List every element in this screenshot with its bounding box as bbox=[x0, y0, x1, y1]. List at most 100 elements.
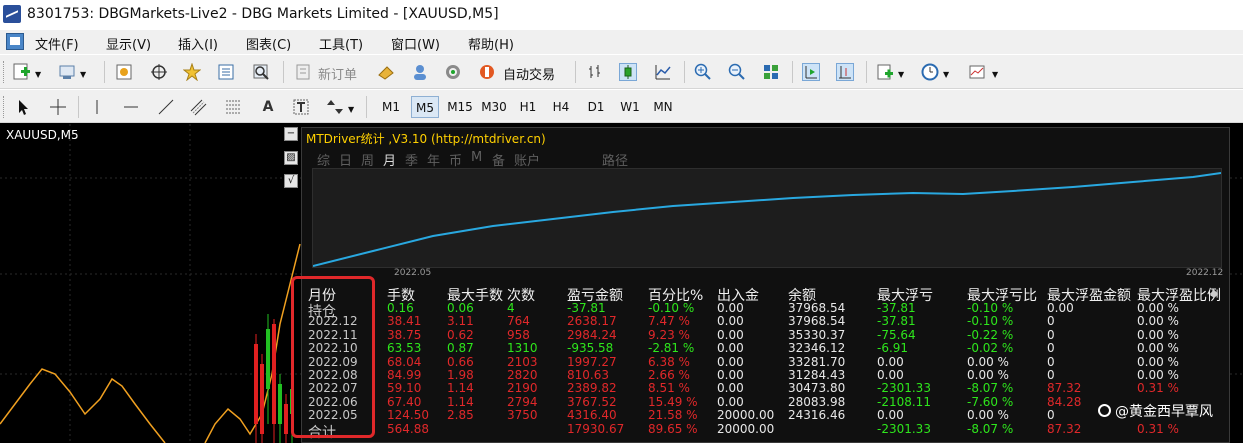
text-label-icon[interactable] bbox=[292, 98, 310, 116]
table-cell-pnl: 4316.40 bbox=[567, 408, 617, 423]
toolbar-grip[interactable] bbox=[3, 61, 7, 83]
table-cell-balance: 32346.12 bbox=[788, 341, 846, 356]
new-order-button[interactable]: 新订单 bbox=[318, 64, 357, 83]
tab-currency[interactable]: 币 bbox=[449, 150, 462, 169]
timeframe-w1[interactable]: W1 bbox=[616, 96, 644, 118]
tab-monthly[interactable]: 月 bbox=[383, 150, 396, 169]
bar-chart-icon[interactable] bbox=[586, 63, 604, 81]
auto-trading-button[interactable]: 自动交易 bbox=[503, 64, 555, 83]
table-cell-max-lots: 1.14 bbox=[447, 394, 474, 409]
zoom-out-icon[interactable] bbox=[728, 63, 746, 81]
window-title: 8301753: DBGMarkets-Live2 - DBG Markets … bbox=[27, 6, 499, 22]
equity-curve-chart bbox=[312, 168, 1222, 268]
table-cell-max-lots: 0.87 bbox=[447, 341, 474, 356]
menu-charts[interactable]: 图表(C) bbox=[246, 34, 291, 53]
horizontal-line-icon[interactable] bbox=[122, 98, 140, 116]
auto-trading-icon[interactable] bbox=[478, 63, 496, 81]
tab-overview[interactable]: 综 bbox=[317, 150, 330, 169]
table-cell-max-loss: 0.00 bbox=[877, 354, 904, 369]
table-cell-pct: 89.65 % bbox=[648, 421, 698, 436]
timeframe-m15[interactable]: M15 bbox=[445, 96, 475, 118]
dropdown-arrow-icon[interactable]: ▼ bbox=[898, 70, 904, 79]
check-icon[interactable]: √ bbox=[284, 174, 298, 188]
account-icon[interactable] bbox=[411, 63, 429, 81]
tab-m[interactable]: M bbox=[471, 150, 482, 165]
timeframe-m30[interactable]: M30 bbox=[479, 96, 509, 118]
tab-notes[interactable]: 备 bbox=[492, 150, 505, 169]
chart-shift-icon[interactable] bbox=[836, 63, 854, 81]
templates-icon[interactable] bbox=[968, 63, 986, 81]
table-cell-max-loss-pct: -0.10 % bbox=[967, 314, 1014, 329]
cursor-arrow-icon[interactable] bbox=[15, 98, 33, 116]
timeframe-d1[interactable]: D1 bbox=[582, 96, 610, 118]
table-cell-lots: 67.40 bbox=[387, 394, 422, 409]
metaeditor-icon[interactable] bbox=[377, 63, 395, 81]
table-cell-count: 764 bbox=[507, 314, 530, 329]
dropdown-arrow-icon[interactable]: ▼ bbox=[943, 70, 949, 79]
menu-tools[interactable]: 工具(T) bbox=[319, 34, 363, 53]
grid-pattern-icon[interactable]: ▨ bbox=[284, 151, 298, 165]
fibonacci-retracement-icon[interactable] bbox=[224, 98, 242, 116]
dropdown-arrow-icon[interactable]: ▼ bbox=[35, 70, 41, 79]
menu-help[interactable]: 帮助(H) bbox=[468, 34, 514, 53]
candles bbox=[254, 314, 294, 443]
indicators-icon[interactable] bbox=[876, 63, 894, 81]
dropdown-arrow-icon[interactable]: ▼ bbox=[80, 70, 86, 79]
timeframe-m5[interactable]: M5 bbox=[411, 96, 439, 118]
table-cell-max-lots: 0.06 bbox=[447, 301, 474, 315]
dropdown-arrow-icon[interactable]: ▼ bbox=[348, 105, 354, 114]
profiles-icon[interactable] bbox=[58, 63, 76, 81]
tab-quarterly[interactable]: 季 bbox=[405, 150, 418, 169]
crosshair-icon[interactable] bbox=[49, 98, 67, 116]
minimize-panel-button[interactable]: − bbox=[284, 127, 298, 141]
table-cell-balance: 35330.37 bbox=[788, 327, 846, 342]
table-cell-max-loss: -2108.11 bbox=[877, 394, 931, 409]
menu-view[interactable]: 显示(V) bbox=[106, 34, 151, 53]
signals-icon[interactable] bbox=[444, 63, 462, 81]
table-cell-cash: 0.00 bbox=[717, 354, 744, 369]
candlestick-chart-icon[interactable] bbox=[619, 63, 637, 81]
crosshair-target-icon[interactable] bbox=[150, 63, 168, 81]
strategy-tester-icon[interactable] bbox=[252, 63, 270, 81]
terminal-icon[interactable] bbox=[217, 63, 235, 81]
periods-clock-icon[interactable] bbox=[921, 63, 939, 81]
timeframe-mn[interactable]: MN bbox=[649, 96, 677, 118]
tab-path[interactable]: 路径 bbox=[602, 150, 628, 169]
menu-insert[interactable]: 插入(I) bbox=[178, 34, 218, 53]
tab-yearly[interactable]: 年 bbox=[427, 150, 440, 169]
equidistant-channel-icon[interactable] bbox=[190, 98, 208, 116]
navigator-icon[interactable] bbox=[182, 62, 202, 82]
table-cell-balance: 37968.54 bbox=[788, 314, 846, 329]
dropdown-arrow-icon[interactable]: ▼ bbox=[992, 70, 998, 79]
table-cell-max-loss: -37.81 bbox=[877, 314, 916, 329]
menu-file[interactable]: 文件(F) bbox=[35, 34, 79, 53]
timeframe-m1[interactable]: M1 bbox=[377, 96, 405, 118]
tab-daily[interactable]: 日 bbox=[339, 150, 352, 169]
arrows-tool-icon[interactable] bbox=[326, 98, 344, 116]
timeframe-h1[interactable]: H1 bbox=[514, 96, 542, 118]
menu-window[interactable]: 窗口(W) bbox=[391, 34, 440, 53]
table-cell-cash: 20000.00 bbox=[717, 408, 775, 423]
table-cell-balance: 30473.80 bbox=[788, 381, 846, 396]
timeframe-h4[interactable]: H4 bbox=[547, 96, 575, 118]
table-cell-max-loss-pct: -0.02 % bbox=[967, 341, 1014, 356]
new-order-icon[interactable] bbox=[294, 63, 312, 81]
auto-scroll-icon[interactable] bbox=[802, 63, 820, 81]
table-cell-cash: 0.00 bbox=[717, 368, 744, 382]
table-cell-pnl: 2389.82 bbox=[567, 381, 617, 396]
new-chart-icon[interactable] bbox=[13, 63, 31, 81]
tab-account[interactable]: 账户 bbox=[514, 150, 540, 169]
zoom-in-icon[interactable] bbox=[694, 63, 712, 81]
text-tool-icon[interactable]: A bbox=[259, 98, 277, 116]
chart-window-icon[interactable] bbox=[6, 33, 24, 50]
tile-windows-icon[interactable] bbox=[762, 63, 780, 81]
tab-weekly[interactable]: 周 bbox=[361, 150, 374, 169]
trendline-icon[interactable] bbox=[157, 98, 175, 116]
toolbar-grip[interactable] bbox=[3, 96, 7, 118]
table-cell-max-loss: 0.00 bbox=[877, 368, 904, 382]
title-bar: 8301753: DBGMarkets-Live2 - DBG Markets … bbox=[0, 0, 1243, 30]
market-watch-icon[interactable] bbox=[115, 63, 133, 81]
line-chart-icon[interactable] bbox=[654, 63, 672, 81]
table-cell-pnl: -37.81 bbox=[567, 301, 606, 315]
vertical-line-icon[interactable] bbox=[88, 98, 106, 116]
